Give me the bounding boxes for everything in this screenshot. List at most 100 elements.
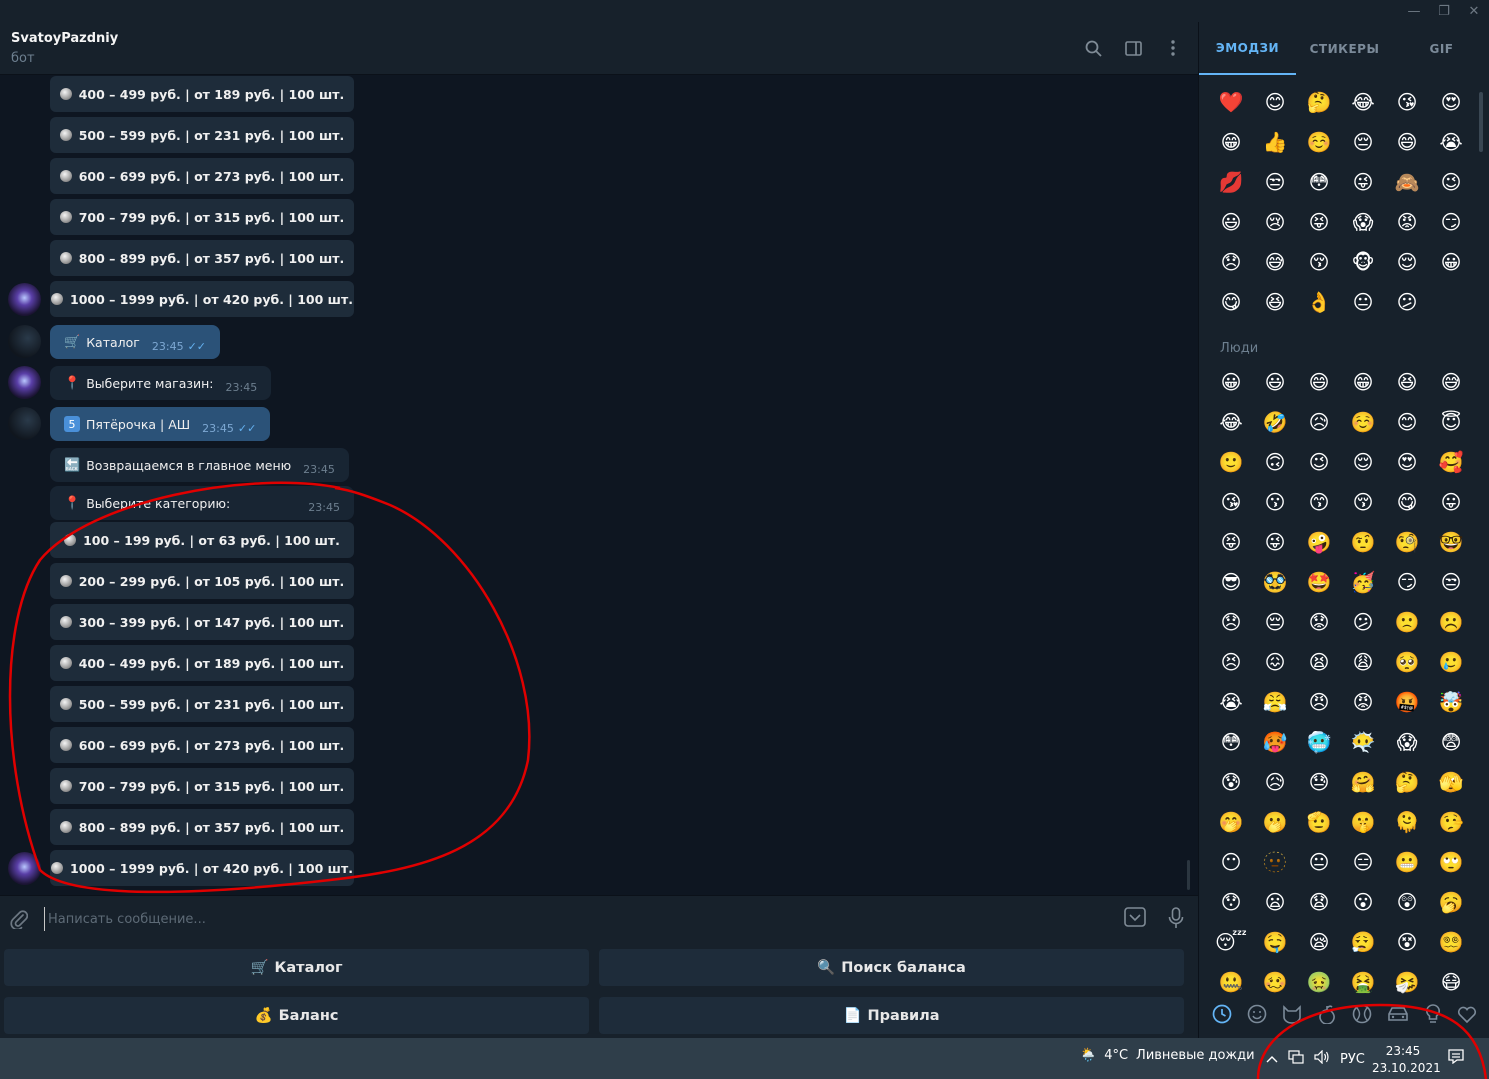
chevron-up-icon[interactable] [1266,1052,1278,1067]
emoji-item[interactable]: 😏 [1385,567,1429,597]
emoji-item[interactable]: 😞 [1209,247,1253,277]
emoji-item[interactable]: 😒 [1253,167,1297,197]
message-input[interactable] [44,907,1094,931]
emoji-item[interactable]: 👍 [1253,127,1297,157]
emoji-item[interactable]: 😊 [1385,407,1429,437]
emoji-item[interactable]: 😜 [1253,527,1297,557]
emoji-item[interactable]: 😙 [1297,487,1341,517]
emoji-item[interactable]: 😋 [1209,287,1253,317]
emoji-item[interactable]: 🧐 [1385,527,1429,557]
emoji-item[interactable]: 🤣 [1253,407,1297,437]
emoji-item[interactable]: 😍 [1385,447,1429,477]
emoji-item[interactable]: 😬 [1385,847,1429,877]
emoji-item[interactable]: ☺️ [1297,127,1341,157]
emoji-item[interactable]: 🥱 [1429,887,1473,917]
emoji-item[interactable]: 😛 [1429,487,1473,517]
emoji-item[interactable]: 😫 [1297,647,1341,677]
emoji-item[interactable]: 😁 [1341,367,1385,397]
emoji-item[interactable]: 🤢 [1297,967,1341,997]
more-icon[interactable] [1162,37,1184,59]
emoji-item[interactable]: 😍 [1429,87,1473,117]
emoji-item[interactable]: 😵‍💫 [1429,927,1473,957]
emoji-item[interactable]: 😕 [1341,607,1385,637]
emoji-item[interactable]: 🤔 [1385,767,1429,797]
emoji-item[interactable]: 😶‍🌫️ [1341,727,1385,757]
emoji-item[interactable]: 😚 [1341,487,1385,517]
emoji-item[interactable]: 😥 [1297,407,1341,437]
animals-category-icon[interactable] [1281,1004,1303,1029]
emoji-item[interactable]: 🫢 [1253,807,1297,837]
emoji-item[interactable]: 😣 [1209,647,1253,677]
emoji-item[interactable]: 😱 [1385,727,1429,757]
smiley-category-icon[interactable] [1247,1004,1267,1029]
emoji-item[interactable]: 😀 [1209,367,1253,397]
symbols-heart-icon[interactable] [1457,1005,1477,1028]
activity-category-icon[interactable] [1352,1004,1372,1029]
maximize-button[interactable]: ❐ [1429,0,1459,22]
user-avatar[interactable] [8,407,41,440]
sidebar-toggle-icon[interactable] [1122,37,1144,59]
message-incoming[interactable]: 🔙 Возвращаемся в главное меню 23:45 [50,448,349,482]
emoji-item[interactable]: 😁 [1209,127,1253,157]
category-button[interactable]: 300 – 399 руб. | от 147 руб. | 100 шт. [50,604,354,640]
food-category-icon[interactable] [1317,1004,1337,1029]
emoji-item[interactable]: 😖 [1253,647,1297,677]
microphone-icon[interactable] [1168,907,1184,934]
message-list[interactable]: 400 – 499 руб. | от 189 руб. | 100 шт. 5… [0,75,1198,895]
emoji-scrollbar[interactable] [1479,92,1483,152]
keyboard-balance-search-button[interactable]: 🔍 Поиск баланса [599,949,1184,986]
emoji-item[interactable]: 🤬 [1385,687,1429,717]
emoji-item[interactable]: 🥵 [1253,727,1297,757]
emoji-item[interactable]: 💋 [1209,167,1253,197]
keyboard-catalog-button[interactable]: 🛒 Каталог [4,949,589,986]
emoji-item[interactable]: 😐 [1341,287,1385,317]
emoji-item[interactable]: 😭 [1209,687,1253,717]
emoji-item[interactable]: 😳 [1209,727,1253,757]
emoji-item[interactable]: 😋 [1385,487,1429,517]
emoji-item[interactable]: 🙃 [1253,447,1297,477]
emoji-item[interactable]: 😷 [1429,967,1473,997]
inline-button[interactable]: 400 – 499 руб. | от 189 руб. | 100 шт. [50,76,354,112]
messages-scrollbar[interactable] [1187,860,1190,890]
emoji-item[interactable]: 😆 [1385,367,1429,397]
emoji-item[interactable]: 🤤 [1253,927,1297,957]
emoji-item[interactable]: 😎 [1209,567,1253,597]
emoji-item[interactable]: 😉 [1297,447,1341,477]
inline-button[interactable]: 1000 – 1999 руб. | от 420 руб. | 100 шт. [50,281,354,317]
emoji-item[interactable]: ❤️ [1209,87,1253,117]
emoji-item[interactable]: 😪 [1297,927,1341,957]
emoji-item[interactable]: 🥶 [1297,727,1341,757]
emoji-item[interactable]: 🤓 [1429,527,1473,557]
emoji-item[interactable]: 😏 [1429,207,1473,237]
emoji-item[interactable]: 😌 [1341,447,1385,477]
emoji-item[interactable]: 😡 [1385,207,1429,237]
category-button[interactable]: 500 – 599 руб. | от 231 руб. | 100 шт. [50,686,354,722]
emoji-item[interactable]: 😵 [1385,927,1429,957]
emoji-item[interactable]: 🙂 [1209,447,1253,477]
emoji-item[interactable]: 😚 [1297,247,1341,277]
emoji-item[interactable]: 😐 [1297,847,1341,877]
emoji-item[interactable]: 😦 [1253,887,1297,917]
emoji-item[interactable]: 😡 [1341,687,1385,717]
emoji-item[interactable]: 🤨 [1341,527,1385,557]
emoji-item[interactable]: 😔 [1341,127,1385,157]
bot-avatar[interactable] [8,283,41,316]
keyboard-balance-button[interactable]: 💰 Баланс [4,997,589,1034]
emoji-item[interactable]: 😨 [1429,727,1473,757]
network-icon[interactable] [1288,1050,1304,1068]
emoji-item[interactable]: 🫡 [1297,807,1341,837]
emoji-item[interactable]: 😥 [1253,767,1297,797]
tab-stickers[interactable]: СТИКЕРЫ [1296,22,1393,75]
emoji-item[interactable]: 😝 [1209,527,1253,557]
emoji-item[interactable]: 😇 [1429,407,1473,437]
emoji-item[interactable]: 🤗 [1341,767,1385,797]
search-icon[interactable] [1082,37,1104,59]
message-incoming[interactable]: 📍 Выберите категорию: 23:45 [50,486,354,520]
emoji-item[interactable]: 🙁 [1385,607,1429,637]
emoji-item[interactable]: 🥲 [1429,647,1473,677]
emoji-item[interactable]: 😯 [1209,887,1253,917]
category-button[interactable]: 800 – 899 руб. | от 357 руб. | 100 шт. [50,809,354,845]
emoji-item[interactable]: 😝 [1297,207,1341,237]
objects-category-icon[interactable] [1424,1003,1442,1029]
emoji-item[interactable]: 😱 [1341,207,1385,237]
